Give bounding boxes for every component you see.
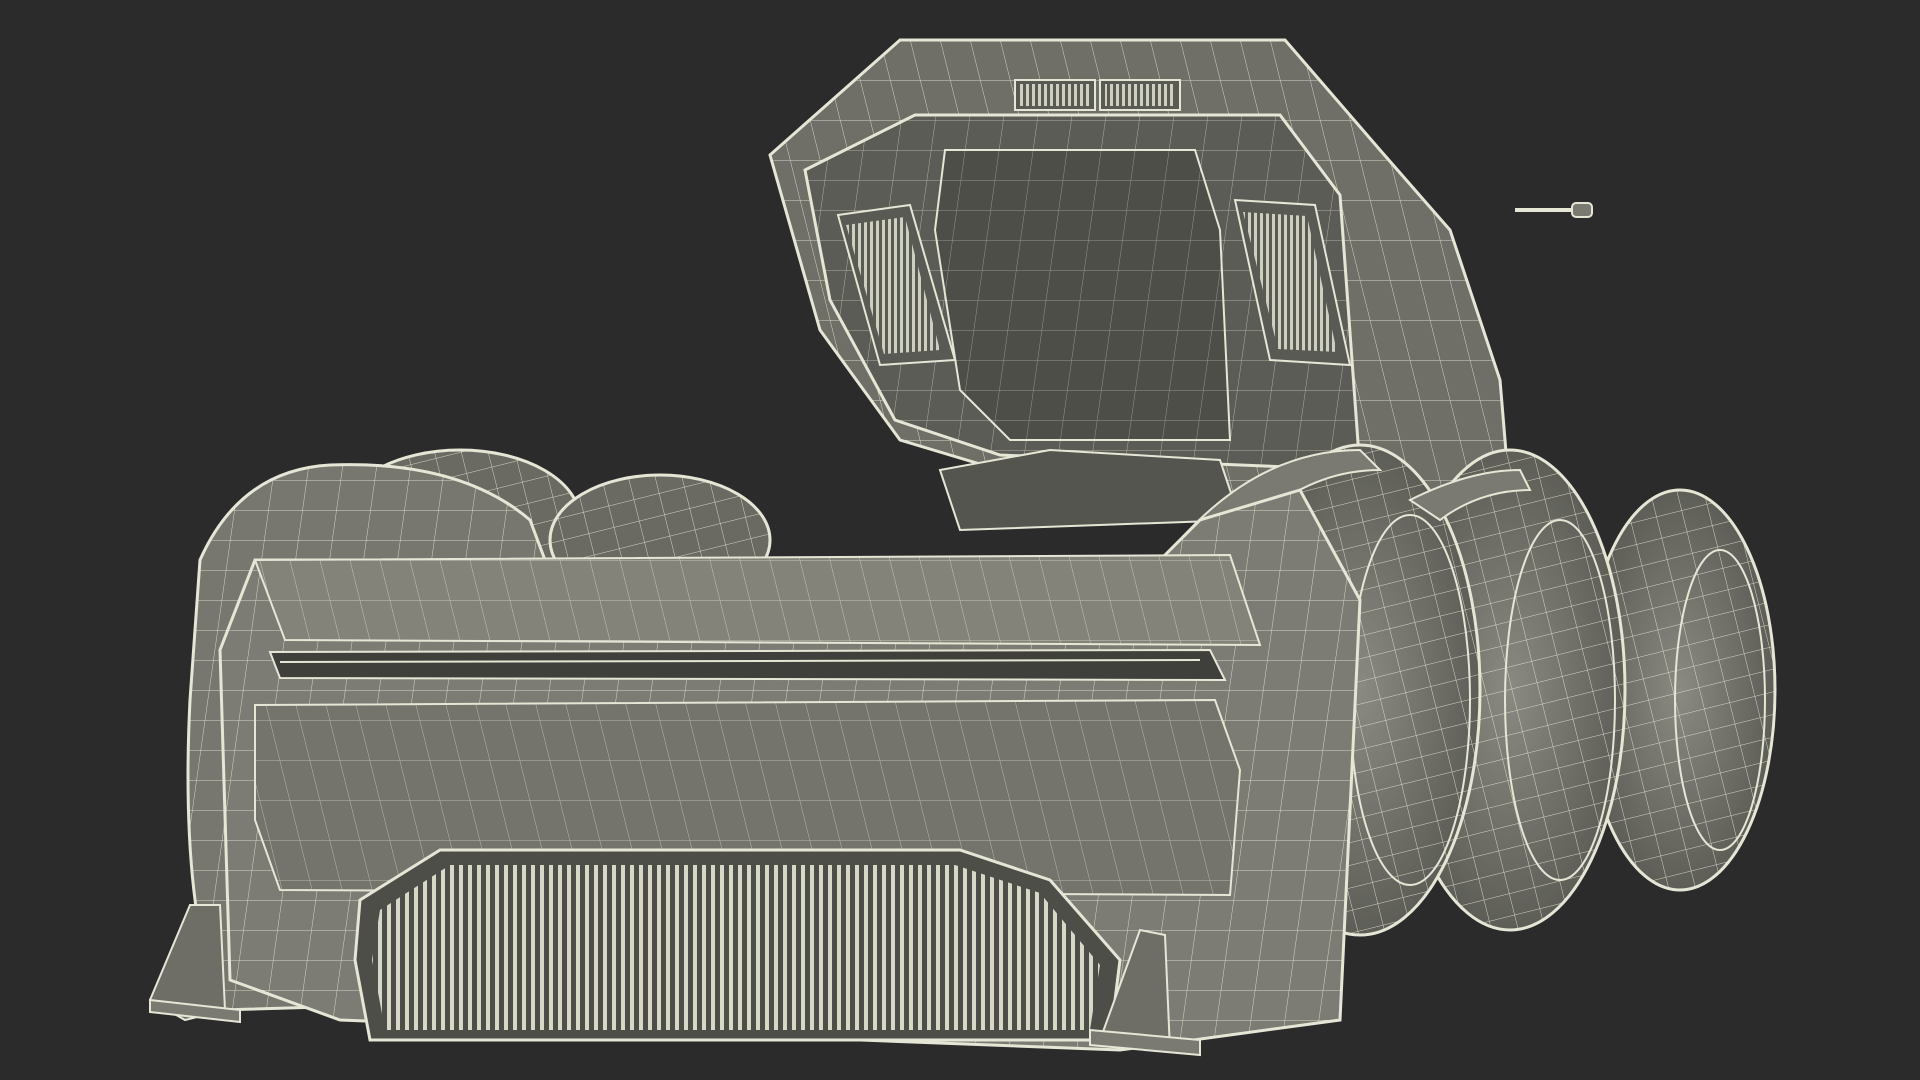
wireframe-truck-render: [148, 38, 1777, 1057]
render-viewport: [0, 0, 1920, 1080]
cab-body: [768, 38, 1593, 532]
